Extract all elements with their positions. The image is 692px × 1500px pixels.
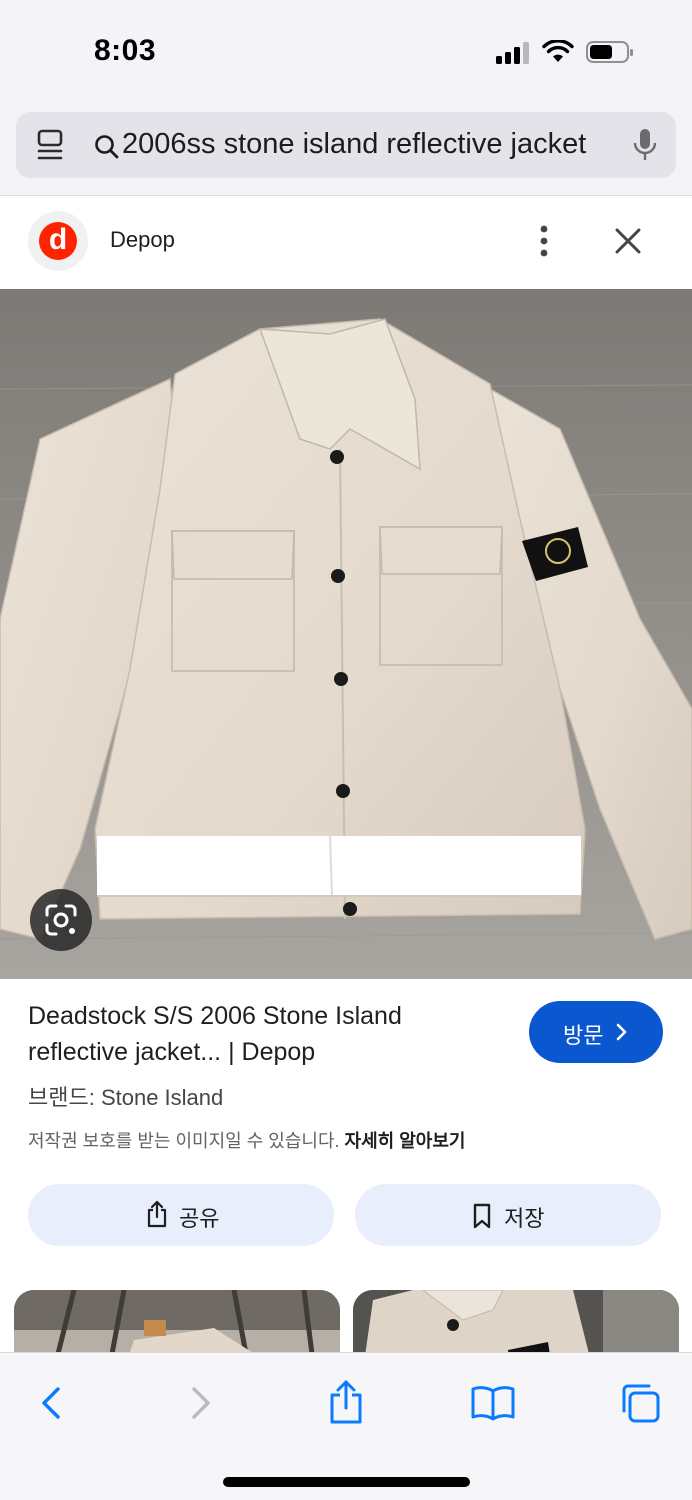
search-icon [95,135,119,159]
back-icon[interactable] [32,1383,72,1423]
wifi-icon [542,40,574,62]
address-bar[interactable]: 2006ss stone island reflective jacket [16,112,676,178]
product-image[interactable] [0,289,692,979]
microphone-icon[interactable] [632,128,658,162]
save-button[interactable]: 저장 [355,1184,661,1246]
bookmark-icon [473,1203,491,1229]
depop-logo-letter: d [39,222,77,260]
battery-icon [586,41,633,63]
depop-logo[interactable]: d [28,211,88,271]
copyright-notice: 저작권 보호를 받는 이미지일 수 있습니다. 자세히 알아보기 [28,1127,465,1153]
status-bar: 8:03 [0,0,692,100]
browser-address-area: 2006ss stone island reflective jacket [0,100,692,196]
share-icon [147,1200,167,1228]
result-title[interactable]: Deadstock S/S 2006 Stone Island reflecti… [28,998,498,1070]
browser-toolbar [0,1352,692,1500]
tabs-icon[interactable] [618,1381,662,1425]
share-page-icon[interactable] [326,1379,366,1425]
visit-button-label: 방문 [563,1023,604,1048]
google-lens-icon [45,904,77,936]
jacket-photo [0,289,692,979]
cellular-signal-icon [496,42,532,64]
share-label: 공유 [179,1206,220,1231]
save-label: 저장 [504,1206,545,1231]
bookmarks-icon[interactable] [470,1383,516,1423]
brand-info: 브랜드: Stone Island [28,1085,224,1110]
forward-icon[interactable] [180,1383,220,1423]
home-indicator[interactable] [223,1477,470,1487]
close-icon[interactable] [610,223,646,259]
copyright-text: 저작권 보호를 받는 이미지일 수 있습니다. [28,1131,340,1151]
lens-search-button[interactable] [30,889,92,951]
source-name[interactable]: Depop [110,227,175,253]
visit-button[interactable]: 방문 [529,1001,663,1063]
more-options-icon[interactable] [532,223,556,259]
status-time: 8:03 [94,34,157,67]
chevron-right-icon [616,1023,627,1041]
learn-more-link[interactable]: 자세히 알아보기 [345,1131,466,1151]
search-query-text[interactable]: 2006ss stone island reflective jacket [122,128,586,161]
page-menu-icon[interactable] [36,129,66,161]
source-header: d Depop [0,197,692,289]
share-button[interactable]: 공유 [28,1184,334,1246]
